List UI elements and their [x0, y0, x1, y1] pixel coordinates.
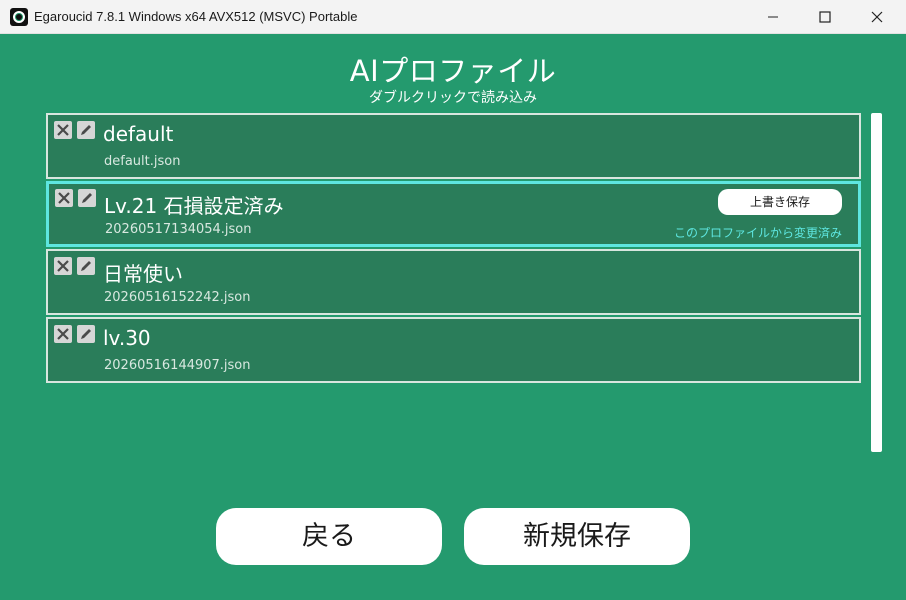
delete-profile-button[interactable]: [54, 121, 72, 139]
overwrite-save-button[interactable]: 上書き保存: [718, 189, 842, 215]
profile-item[interactable]: 日常使い 20260516152242.json: [46, 249, 861, 315]
delete-x-icon: [57, 260, 69, 272]
modified-note: このプロファイルから変更済み: [673, 226, 842, 240]
rename-profile-button[interactable]: [78, 189, 96, 207]
rename-profile-button[interactable]: [77, 325, 95, 343]
rename-profile-button[interactable]: [77, 257, 95, 275]
app-window: Egaroucid 7.8.1 Windows x64 AVX512 (MSVC…: [0, 0, 906, 600]
new-save-button[interactable]: 新規保存: [464, 508, 690, 565]
profile-item[interactable]: default default.json: [46, 113, 861, 179]
list-scrollbar[interactable]: [871, 113, 882, 452]
title-bar: Egaroucid 7.8.1 Windows x64 AVX512 (MSVC…: [0, 0, 906, 34]
pencil-icon: [82, 193, 92, 203]
profile-name: Lv.21 石損設定済み: [104, 194, 284, 218]
profile-filename: 20260516144907.json: [104, 358, 251, 373]
delete-profile-button[interactable]: [54, 325, 72, 343]
profile-filename: default.json: [104, 154, 181, 169]
pencil-icon: [81, 125, 91, 135]
delete-x-icon: [57, 124, 69, 136]
delete-x-icon: [57, 328, 69, 340]
back-button[interactable]: 戻る: [216, 508, 442, 565]
profile-list: default default.json Lv.21 石損設定済み 202605…: [46, 113, 861, 385]
page-title: AIプロファイル: [349, 54, 557, 88]
minimize-button[interactable]: [747, 0, 799, 34]
window-title: Egaroucid 7.8.1 Windows x64 AVX512 (MSVC…: [34, 9, 358, 24]
app-logo-icon: [10, 8, 28, 26]
pencil-icon: [81, 329, 91, 339]
profile-filename: 20260516152242.json: [104, 290, 251, 305]
profile-name: 日常使い: [103, 262, 183, 286]
close-icon: [871, 11, 883, 23]
profile-name: lv.30: [103, 326, 151, 350]
pencil-icon: [81, 261, 91, 271]
rename-profile-button[interactable]: [77, 121, 95, 139]
profile-filename: 20260517134054.json: [105, 222, 252, 237]
profile-item[interactable]: lv.30 20260516144907.json: [46, 317, 861, 383]
profile-item-selected[interactable]: Lv.21 石損設定済み 20260517134054.json 上書き保存 こ…: [46, 181, 861, 247]
delete-profile-button[interactable]: [55, 189, 73, 207]
close-window-button[interactable]: [851, 0, 903, 34]
page-subtitle: ダブルクリックで読み込み: [369, 90, 537, 106]
minimize-icon: [768, 16, 778, 18]
maximize-button[interactable]: [799, 0, 851, 34]
delete-profile-button[interactable]: [54, 257, 72, 275]
maximize-icon: [819, 11, 831, 23]
profile-name: default: [103, 122, 174, 146]
delete-x-icon: [58, 192, 70, 204]
